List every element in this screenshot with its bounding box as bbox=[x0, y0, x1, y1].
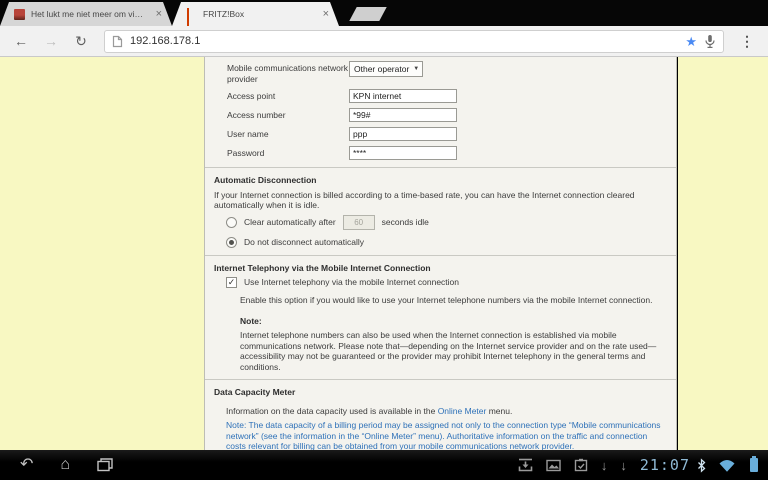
info-text-after: menu. bbox=[486, 406, 512, 416]
online-meter-link[interactable]: Online Meter bbox=[438, 406, 487, 416]
battery-icon bbox=[750, 458, 758, 472]
android-system-bar: ↶ ⌂ ↓ ↓ 21 bbox=[0, 450, 768, 480]
url-text[interactable]: 192.168.178.1 bbox=[130, 35, 678, 47]
bluetooth-icon bbox=[697, 458, 706, 473]
close-icon[interactable]: × bbox=[321, 8, 331, 20]
user-name-input[interactable] bbox=[349, 127, 457, 141]
page-viewport: Mobile communications network provider O… bbox=[0, 57, 768, 450]
browser-toolbar: ← → ↻ 192.168.178.1 ★ ⋮ bbox=[0, 26, 768, 57]
chevron-down-icon: ▼ bbox=[413, 64, 419, 75]
nav-home-icon[interactable]: ⌂ bbox=[60, 452, 70, 478]
radio-label-before: Clear automatically after bbox=[244, 217, 336, 228]
browser-menu-icon[interactable]: ⋮ bbox=[734, 33, 760, 50]
info-text-before: Information on the data capacity used is… bbox=[226, 406, 438, 416]
form-row-password: Password bbox=[227, 146, 676, 160]
access-number-label: Access number bbox=[227, 108, 349, 121]
bookmark-star-icon[interactable]: ★ bbox=[685, 35, 697, 48]
idle-seconds-input bbox=[343, 215, 375, 230]
radio-checked-icon[interactable] bbox=[226, 237, 237, 248]
nav-recent-apps-icon[interactable] bbox=[97, 457, 114, 473]
form-row-access-point: Access point bbox=[227, 89, 676, 103]
provider-selected-value: Other operator bbox=[354, 64, 409, 75]
wifi-icon bbox=[719, 459, 735, 472]
telephony-heading: Internet Telephony via the Mobile Intern… bbox=[214, 263, 666, 274]
download-icon[interactable]: ↓ bbox=[601, 458, 608, 473]
access-number-input[interactable] bbox=[349, 108, 457, 122]
form-row-access-number: Access number bbox=[227, 108, 676, 122]
image-notification-icon[interactable] bbox=[546, 459, 561, 472]
checkbox-label: Use Internet telephony via the mobile In… bbox=[244, 277, 459, 288]
forum-favicon-icon bbox=[14, 9, 25, 20]
auto-disconnect-description: If your Internet connection is billed ac… bbox=[214, 190, 666, 211]
divider bbox=[205, 379, 676, 380]
url-bar[interactable]: 192.168.178.1 ★ bbox=[104, 30, 724, 53]
reload-icon[interactable]: ↻ bbox=[68, 28, 94, 54]
radio-do-not-disconnect[interactable]: Do not disconnect automatically bbox=[226, 237, 676, 248]
data-capacity-note: Note: The data capacity of a billing per… bbox=[226, 420, 664, 450]
tab-strip: Het lukt me niet meer om via een fritzb … bbox=[0, 0, 768, 26]
tab-title: Het lukt me niet meer om via een fritzb bbox=[31, 9, 148, 19]
system-clock[interactable]: 21:07 bbox=[640, 456, 690, 474]
fritzbox-settings-panel: Mobile communications network provider O… bbox=[204, 57, 677, 450]
provider-label: Mobile communications network provider bbox=[227, 61, 349, 84]
data-capacity-heading: Data Capacity Meter bbox=[214, 387, 666, 398]
password-label: Password bbox=[227, 146, 349, 159]
form-row-user-name: User name bbox=[227, 127, 676, 141]
download-icon[interactable]: ↓ bbox=[620, 458, 627, 473]
navigation-buttons: ↶ ⌂ bbox=[0, 452, 114, 478]
close-icon[interactable]: × bbox=[154, 8, 164, 20]
provider-select[interactable]: Other operator ▼ bbox=[349, 61, 423, 77]
telephony-note-text: Internet telephone numbers can also be u… bbox=[240, 330, 664, 372]
forward-icon: → bbox=[38, 28, 64, 54]
telephony-note-heading: Note: bbox=[240, 316, 664, 327]
checkbox-checked-icon[interactable]: ✓ bbox=[226, 277, 237, 288]
new-tab-button[interactable] bbox=[349, 7, 386, 21]
tab-title: FRITZ!Box bbox=[203, 9, 315, 19]
auto-disconnect-heading: Automatic Disconnection bbox=[214, 175, 666, 186]
back-icon[interactable]: ← bbox=[8, 28, 34, 54]
tab-forum-page[interactable]: Het lukt me niet meer om via een fritzb … bbox=[0, 2, 172, 26]
page-left-margin bbox=[0, 57, 204, 450]
password-input[interactable] bbox=[349, 146, 457, 160]
radio-icon[interactable] bbox=[226, 217, 237, 228]
radio-label: Do not disconnect automatically bbox=[244, 237, 364, 248]
radio-clear-automatically[interactable]: Clear automatically after seconds idle bbox=[226, 215, 676, 230]
radio-label-after: seconds idle bbox=[382, 217, 429, 228]
tablet-screen: Het lukt me niet meer om via een fritzb … bbox=[0, 0, 768, 480]
access-point-label: Access point bbox=[227, 89, 349, 102]
telephony-description: Enable this option if you would like to … bbox=[240, 295, 664, 306]
status-tray[interactable]: ↓ ↓ 21:07 bbox=[518, 456, 768, 474]
voice-search-mic-icon[interactable] bbox=[704, 34, 716, 49]
form-row-provider: Mobile communications network provider O… bbox=[227, 61, 676, 84]
screenshot-captured-icon[interactable] bbox=[574, 458, 588, 472]
nav-back-icon[interactable]: ↶ bbox=[20, 452, 33, 478]
checkbox-use-internet-telephony[interactable]: ✓ Use Internet telephony via the mobile … bbox=[226, 277, 676, 288]
user-name-label: User name bbox=[227, 127, 349, 140]
page-icon bbox=[112, 35, 123, 48]
access-point-input[interactable] bbox=[349, 89, 457, 103]
page-right-margin bbox=[678, 57, 768, 450]
fritzbox-favicon-icon bbox=[186, 9, 197, 20]
data-capacity-info: Information on the data capacity used is… bbox=[226, 406, 664, 417]
divider bbox=[205, 255, 676, 256]
divider bbox=[205, 167, 676, 168]
usb-storage-icon[interactable] bbox=[518, 458, 533, 472]
tab-fritzbox[interactable]: FRITZ!Box × bbox=[172, 2, 339, 26]
